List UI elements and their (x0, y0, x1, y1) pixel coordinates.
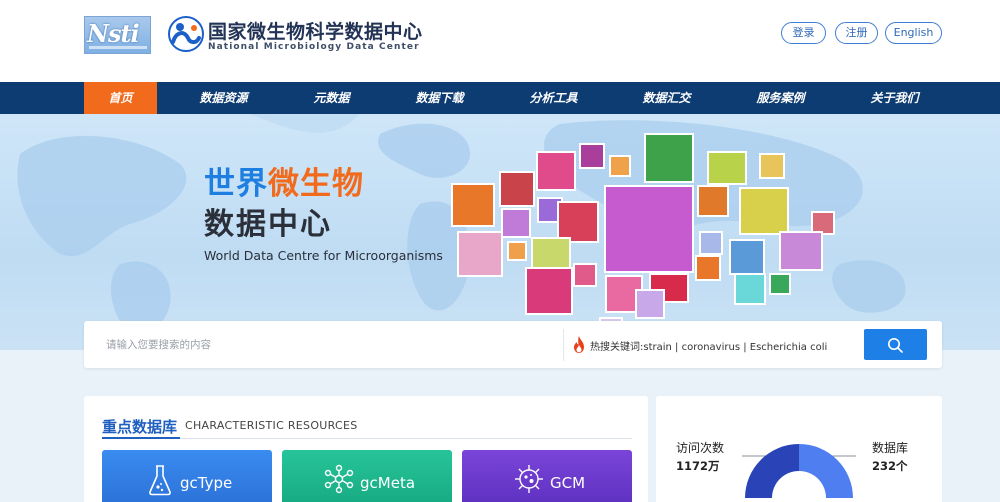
hot-keywords: 热搜关键词:strain | coronavirus | Escherichia… (590, 338, 827, 353)
databases-label: 数据库 (872, 441, 909, 455)
search-button[interactable] (864, 329, 927, 360)
nav-item-analysis-tools[interactable]: 分析工具 (517, 82, 590, 114)
site-title-en: National Microbiology Data Center (208, 42, 420, 52)
characteristic-resources-panel: 重点数据库 CHARACTERISTIC RESOURCES gcType gc… (84, 396, 648, 502)
gcmeta-card[interactable]: gcMeta (282, 450, 452, 502)
resources-title-cn: 重点数据库 (102, 418, 178, 436)
resources-divider (180, 438, 632, 439)
gctype-card-label: gcType (180, 474, 233, 492)
statistics-donut-chart (742, 444, 856, 498)
site-header: Nsti 国家微生物科学数据中心 National Microbiology D… (0, 0, 1000, 82)
nav-item-data-download[interactable]: 数据下载 (403, 82, 476, 114)
visits-label: 访问次数 (676, 441, 725, 455)
nsti-logo-underline (89, 46, 147, 49)
visits-value: 1172万 (676, 459, 720, 473)
network-icon (324, 464, 354, 494)
search-divider (563, 329, 564, 361)
fire-icon (574, 336, 584, 353)
nsti-logo[interactable]: Nsti (84, 16, 151, 54)
search-input[interactable] (106, 333, 546, 357)
gctype-card[interactable]: gcType (102, 450, 272, 502)
nav-item-service-cases[interactable]: 服务案例 (744, 82, 817, 114)
nmdc-logo-icon[interactable] (168, 16, 204, 52)
gcm-card-label: GCM (550, 474, 586, 492)
nav-item-data-submission[interactable]: 数据汇交 (630, 82, 703, 114)
resources-title-en: CHARACTERISTIC RESOURCES (185, 419, 358, 432)
gcmeta-card-label: gcMeta (360, 474, 416, 492)
hero-banner: 世界微生物 数据中心 World Data Centre for Microor… (0, 114, 1000, 350)
resources-title-underline (102, 437, 180, 439)
nav-item-metadata[interactable]: 元数据 (295, 82, 368, 114)
donut-segment-databases (799, 444, 853, 498)
hot-keywords-label: 热搜关键词: (590, 342, 644, 353)
flask-icon (149, 465, 171, 496)
nav-item-about-us[interactable]: 关于我们 (858, 82, 931, 114)
nav-item-data-resources[interactable]: 数据资源 (187, 82, 260, 114)
donut-segment-visits (745, 444, 799, 498)
hot-keywords-list[interactable]: strain | coronavirus | Escherichia coli (643, 342, 827, 353)
english-language-button[interactable]: English (885, 22, 942, 44)
register-button[interactable]: 注册 (835, 22, 878, 44)
statistics-panel: 访问次数 1172万 数据库 232个 (656, 396, 942, 502)
login-button[interactable]: 登录 (781, 22, 826, 44)
nav-item-home[interactable]: 首页 (84, 82, 157, 114)
site-title-cn: 国家微生物科学数据中心 (208, 21, 423, 43)
microbe-icon (515, 465, 543, 493)
search-bar: 热搜关键词:strain | coronavirus | Escherichia… (84, 321, 942, 368)
main-nav: 首页 数据资源 元数据 数据下载 分析工具 数据汇交 服务案例 关于我们 (0, 82, 1000, 114)
microbe-image-collage (451, 133, 835, 341)
databases-value: 232个 (872, 459, 908, 473)
gcm-card[interactable]: GCM (462, 450, 632, 502)
nsti-logo-text: Nsti (87, 19, 140, 48)
search-icon (888, 338, 903, 353)
